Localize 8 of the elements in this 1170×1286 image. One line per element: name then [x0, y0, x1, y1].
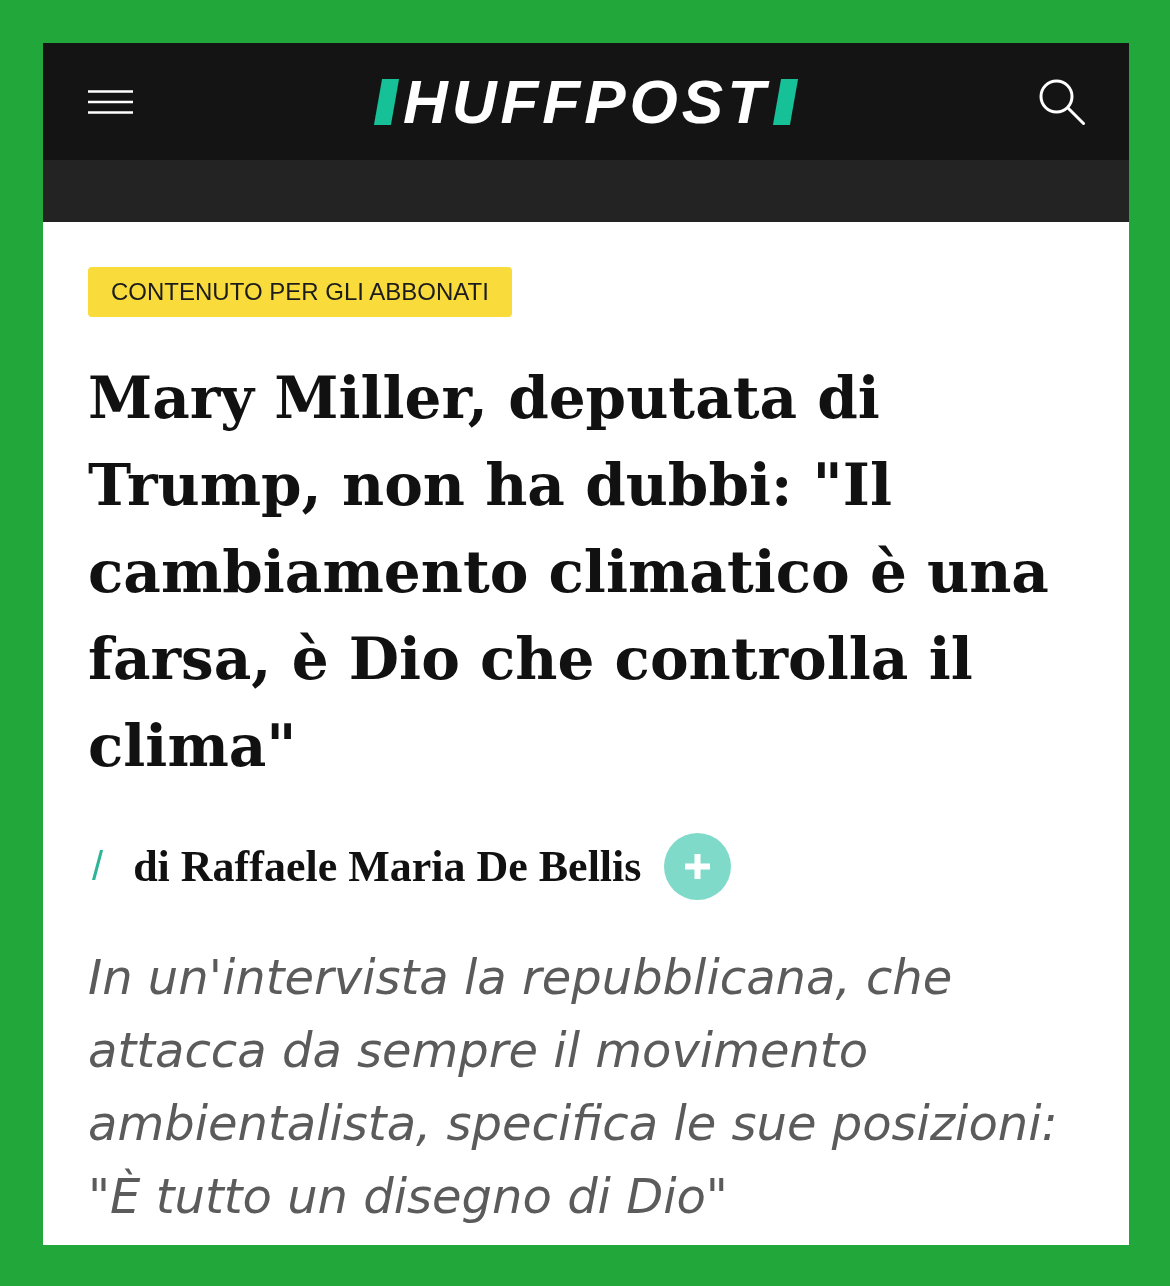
site-logo[interactable]: HUFFPOST: [377, 70, 795, 133]
article-subtitle: In un'intervista la repubblicana, che attacca da sempre il movimento ambientalista, specifica le sue posizioni: "È tutto un disegno di Dio": [88, 948, 1059, 1226]
article-headline: Mary Miller, deputata di Trump, non ha dubbi: "Il cambiamento climatico è una farsa, è Dio che controlla il clima": [88, 363, 1050, 782]
subscriber-badge: CONTENUTO PER GLI ABBONATI: [88, 267, 512, 317]
author-byline: di Raffaele Maria De Bellis: [133, 841, 642, 892]
byline-separator: /: [92, 844, 104, 889]
menu-icon[interactable]: [88, 89, 133, 114]
search-icon[interactable]: [1039, 78, 1085, 125]
